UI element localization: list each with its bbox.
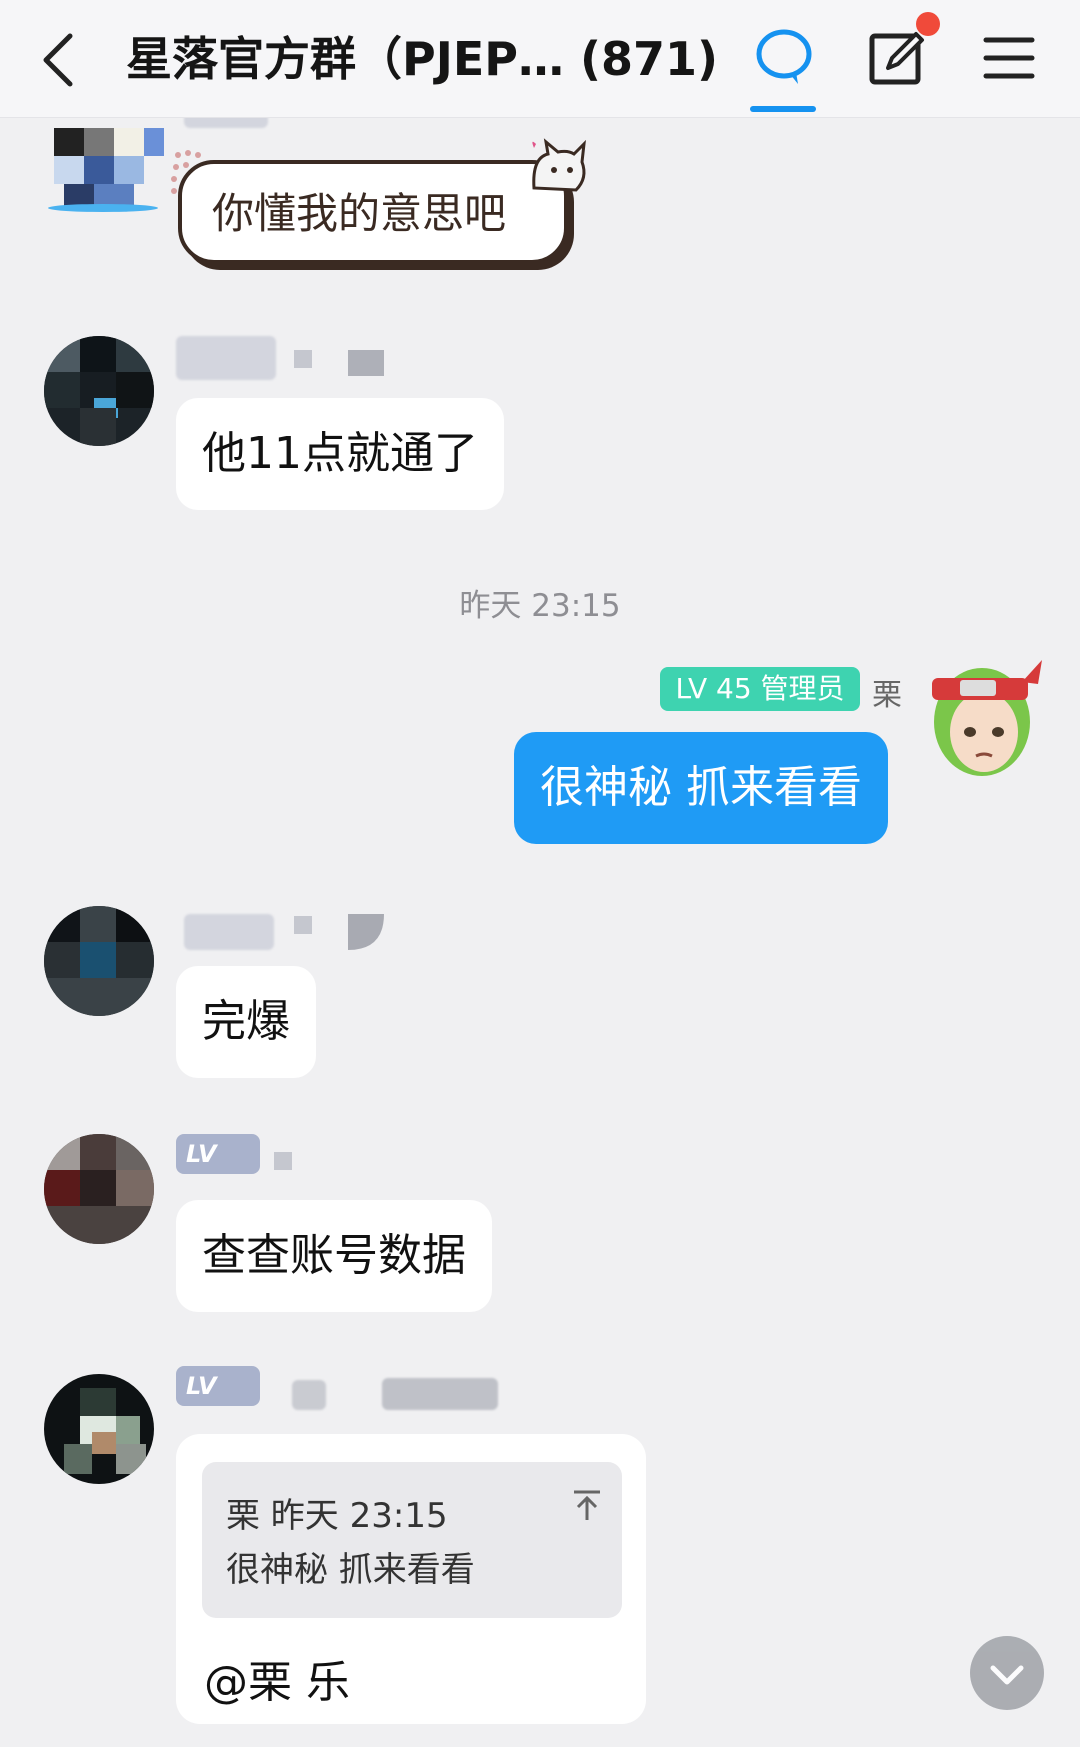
level-badge: LV [176, 1366, 260, 1406]
sticker-message-bubble[interactable]: 你懂我的意思吧 [178, 160, 568, 264]
chevron-left-icon[interactable] [36, 30, 86, 90]
chevron-down-icon [990, 1665, 1024, 1685]
avatar[interactable] [44, 336, 154, 446]
message-text: 查查账号数据 [202, 1230, 466, 1281]
chat-bubble-icon[interactable] [752, 26, 816, 90]
quote-text: 很神秘 抓来看看 [226, 1550, 475, 1590]
cat-sticker-icon [532, 138, 586, 192]
message-text: 很神秘 抓来看看 [540, 762, 862, 813]
edit-square-icon[interactable] [866, 26, 930, 90]
avatar[interactable] [44, 906, 154, 1016]
self-sender-name: 栗 [872, 678, 902, 713]
message-timestamp: 昨天 23:15 [459, 588, 621, 624]
quote-header: 栗 昨天 23:15 [226, 1496, 448, 1536]
quoted-message[interactable]: 栗 昨天 23:15 很神秘 抓来看看 [202, 1462, 622, 1618]
avatar[interactable] [44, 112, 164, 222]
message-bubble[interactable]: 完爆 [176, 966, 316, 1078]
sender-name [292, 1380, 326, 1410]
scroll-to-bottom-button[interactable] [970, 1636, 1044, 1710]
level-label: LV [186, 1372, 217, 1400]
sender-name [184, 914, 274, 950]
name-decoration [294, 916, 312, 934]
name-decoration [274, 1152, 292, 1170]
admin-level-badge: LV 45 管理员 [660, 667, 860, 711]
active-tab-indicator [750, 106, 816, 112]
level-label: LV [186, 1140, 217, 1168]
notification-dot [916, 12, 940, 36]
message-text: 他11点就通了 [202, 428, 478, 479]
self-message-bubble[interactable]: 很神秘 抓来看看 [514, 732, 888, 844]
sticker-text: 你懂我的意思吧 [212, 189, 507, 238]
avatar[interactable] [926, 640, 1044, 782]
avatar[interactable] [44, 1134, 154, 1244]
level-badge: LV [176, 1134, 260, 1174]
avatar[interactable] [44, 1374, 154, 1484]
message-text: 完爆 [202, 996, 290, 1047]
mention-text: @栗 乐 [204, 1657, 350, 1708]
sender-name [382, 1378, 498, 1410]
hamburger-menu-icon[interactable] [978, 26, 1042, 90]
name-decoration [348, 350, 384, 376]
quote-reply-bubble[interactable]: 栗 昨天 23:15 很神秘 抓来看看 @栗 乐 [176, 1434, 646, 1724]
group-title[interactable]: 星落官方群（PJEP… (871) [126, 24, 716, 94]
name-decoration [348, 914, 384, 950]
chat-header: 星落官方群（PJEP… (871) [0, 0, 1080, 118]
sender-name [176, 336, 276, 380]
message-bubble[interactable]: 查查账号数据 [176, 1200, 492, 1312]
jump-to-top-icon[interactable] [570, 1488, 604, 1522]
message-bubble[interactable]: 他11点就通了 [176, 398, 504, 510]
name-decoration [294, 350, 312, 368]
